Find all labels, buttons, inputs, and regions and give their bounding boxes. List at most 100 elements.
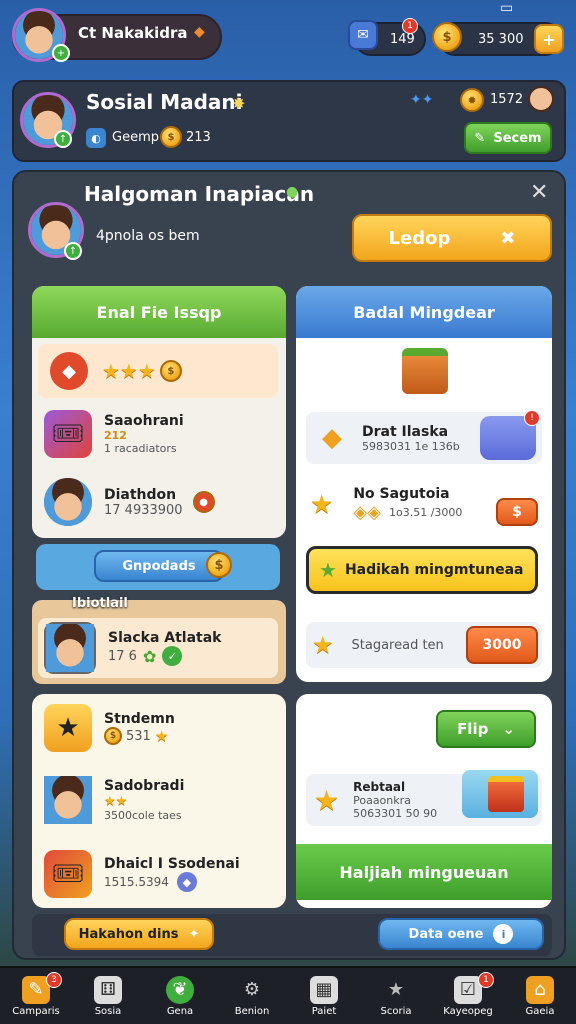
list-item[interactable]: ★ Stndemn $531 ★	[44, 704, 175, 752]
menu-icon[interactable]: ▭	[500, 0, 513, 16]
flip-button[interactable]: Flip ⌄	[436, 710, 536, 748]
highlight-button-label: Hadikah mingmtuneaa	[344, 562, 524, 578]
treasure-icon	[462, 770, 538, 818]
level-badge-icon: +	[52, 44, 70, 62]
item-value: 3500cole taes	[104, 809, 182, 822]
main-subtitle: 4pnola os bem	[96, 228, 200, 244]
rating-row: ◆ ★★★ $	[38, 344, 278, 398]
lower-left-card: ★ Stndemn $531 ★ Sadobradi ★★ 3500cole ta…	[32, 694, 286, 908]
close-x-icon: ✖	[500, 227, 516, 249]
chevron-down-icon: ⌄	[502, 720, 515, 738]
shop-icon: ⌂	[526, 975, 554, 1004]
puzzle-icon: ✿	[142, 646, 157, 666]
primary-button[interactable]: Ledop ✖	[352, 214, 552, 262]
wrench-icon: ✎	[474, 130, 486, 146]
nav-label: Gaeia	[525, 1005, 555, 1017]
nav-item-gaeia[interactable]: ⌂ Gaeia	[510, 975, 570, 1017]
header-subtitle: Geemp	[112, 130, 159, 145]
item-title: No Sagutoia	[353, 486, 450, 502]
panel-footer: Hakahon dins ✦ Data oene i	[32, 914, 552, 956]
primary-button-label: Ledop	[388, 227, 451, 249]
list-item[interactable]: Diathdon 17 4933900 ●	[44, 478, 215, 526]
coins-value: 35 300	[478, 31, 524, 47]
item-title: Diathdon	[104, 486, 177, 503]
item-title: Rebtaal	[353, 780, 406, 794]
star-icon: ★	[319, 558, 337, 582]
item-title: Stndemn	[104, 711, 175, 727]
item-title: Dhaicl I Ssodenai	[104, 856, 240, 872]
list-item[interactable]: ★ No Sagutoia ◈◈ 1o3.51 /3000	[310, 486, 462, 523]
footer-right-button[interactable]: Data oene i	[378, 918, 544, 950]
item-title: Saaohrani	[104, 413, 184, 429]
header-gems: 1572	[490, 92, 524, 107]
coin-collect-button[interactable]: $	[496, 498, 538, 526]
buy-button[interactable]: 3000	[466, 626, 538, 664]
list-item[interactable]: 🎟 Dhaicl I Ssodenai 1515.5394 ◆	[44, 850, 240, 898]
nav-item-kayeopeg[interactable]: ☑ Kayeopeg 1	[438, 971, 498, 1017]
nav-item-camparis[interactable]: ✎ Camparis 3	[6, 971, 66, 1017]
dice-icon: ⚅	[94, 975, 122, 1004]
star-icon: ★	[154, 727, 169, 745]
close-icon[interactable]: ✕	[530, 180, 548, 205]
friend-avatar[interactable]	[528, 86, 554, 112]
nav-label: Scoria	[380, 1005, 412, 1017]
star-icon: ★	[387, 979, 405, 1000]
coins-icon: ◈◈	[353, 502, 381, 523]
list-item[interactable]: 🎟 Saaohrani 212 1 racadiators	[44, 410, 184, 458]
character-avatar	[44, 478, 92, 526]
character-avatar	[44, 622, 96, 674]
item-value: 531	[126, 728, 151, 744]
header-subvalue: 213	[186, 130, 211, 145]
profile-header-card: ↑ Sosial Madani ✸ ◐ Geemp $ 213 ✦✦ ✹ 157…	[12, 80, 566, 162]
header-action-button[interactable]: ✎ Secem	[464, 122, 552, 154]
nav-label: Camparis	[12, 1005, 60, 1017]
buy-button-label: 3000	[482, 637, 522, 653]
nav-label: Sosia	[94, 1005, 122, 1017]
gear-coin-icon: ✹	[460, 88, 484, 112]
item-value: 1515.5394	[104, 875, 169, 889]
gem-icon: ◆	[176, 872, 197, 892]
nav-item-sosia[interactable]: ⚅ Sosia	[78, 975, 138, 1017]
main-panel: Halgoman Inapiacan ● ✕ ↑ 4pnola os bem L…	[12, 170, 566, 960]
verified-icon: ✸	[232, 94, 246, 113]
token-icon: ●	[192, 491, 215, 513]
mid-left-card: Ibiotlail Slacka Atlatak 17 6 ✿ ✓	[32, 596, 286, 684]
inbox-icon[interactable]: ✉	[348, 20, 378, 50]
list-item[interactable]: Sadobradi ★★ 3500cole taes	[44, 776, 184, 824]
lower-right-card: Flip ⌄ ★ Rebtaal Poaaonkra 5063301 50 90 …	[296, 694, 552, 908]
footer-left-button[interactable]: Hakahon dins ✦	[64, 918, 214, 950]
item-value: 212	[104, 429, 127, 442]
nav-item-gena[interactable]: ❦ Gena	[150, 975, 210, 1017]
medal-icon: ★	[44, 704, 92, 752]
highlight-button[interactable]: ★ Hadikah mingmtuneaa	[306, 546, 538, 594]
nav-item-benion[interactable]: ⚙ Benion	[222, 976, 282, 1017]
star-icon: ★★★	[102, 359, 156, 383]
nav-item-paiet[interactable]: ▦ Paiet	[294, 975, 354, 1017]
left-card-button[interactable]: Gnpodads	[94, 550, 224, 582]
item-title: Drat Ilaska	[362, 423, 449, 440]
list-item[interactable]: Slacka Atlatak 17 6 ✿ ✓	[38, 618, 278, 678]
flip-button-label: Flip	[457, 720, 489, 738]
inbox-badge: 1	[402, 18, 418, 34]
item-desc: 1 racadiators	[104, 442, 177, 455]
alert-badge: !	[524, 410, 540, 426]
nav-label: Paiet	[311, 1005, 337, 1017]
left-card-footer: Gnpodads $	[36, 544, 280, 590]
bottom-nav: ✎ Camparis 3 ⚅ Sosia ❦ Gena ⚙ Benion ▦ Paiet ★…	[0, 966, 576, 1024]
item-value: 5063301 50 90	[353, 807, 438, 820]
nav-item-scoria[interactable]: ★ Scoria	[366, 976, 426, 1017]
right-card: Badal Mingdear ◆ Drat Ilaska 5983031 1e …	[296, 286, 552, 682]
item-value: 17 4933900	[104, 502, 183, 518]
character-avatar	[44, 776, 92, 824]
lower-right-button[interactable]: Haljiah mingueuan	[296, 844, 552, 900]
gift-icon	[402, 348, 448, 394]
ticket-icon: 🎟	[44, 410, 92, 458]
left-card: Enal Fie Issqp ◆ ★★★ $ 🎟 Saaohrani 212 1…	[32, 286, 286, 538]
nav-label: Kayeopeg	[443, 1005, 493, 1017]
item-desc: Poaaonkra	[353, 794, 411, 807]
coin-icon: $	[206, 552, 232, 578]
item-value: 1o3.51 /3000	[389, 506, 463, 519]
add-coins-button[interactable]: +	[534, 24, 564, 54]
header-title: Sosial Madani	[86, 90, 243, 114]
nav-label: Benion	[234, 1005, 270, 1017]
